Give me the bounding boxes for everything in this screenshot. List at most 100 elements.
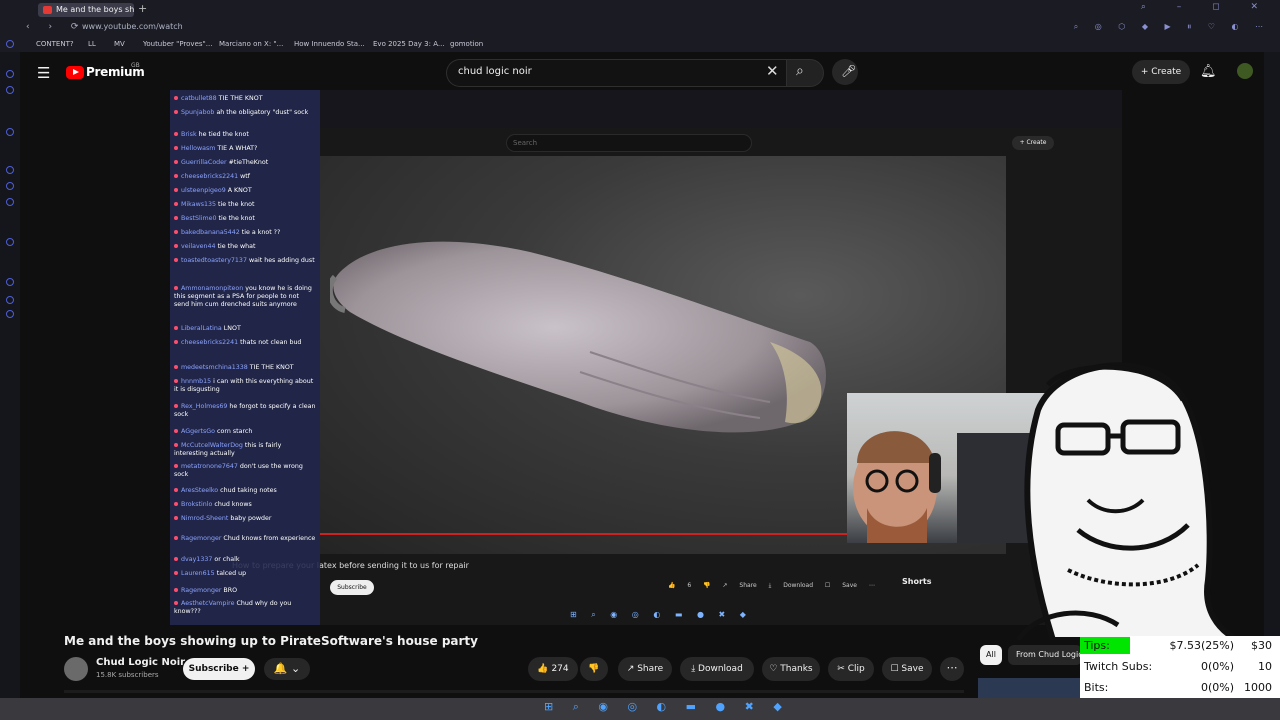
chat-username[interactable]: AresSteelko: [181, 487, 218, 494]
chat-text: ah the obligatory "dust" sock: [216, 109, 309, 116]
save-button[interactable]: ☐ Save: [882, 657, 932, 681]
microphone-icon[interactable]: 🎤︎: [841, 64, 856, 78]
sidebar-icon[interactable]: [6, 128, 14, 136]
bookmark-item[interactable]: CONTENT?: [36, 40, 74, 48]
chat-text: #tieTheKnot: [228, 159, 269, 166]
chat-badge-icon: [174, 601, 178, 605]
chat-username[interactable]: Nimrod-Sheent: [181, 515, 228, 522]
chat-badge-icon: [174, 146, 178, 150]
chat-username[interactable]: Ragemonger: [181, 587, 221, 594]
sidebar-icon[interactable]: [6, 86, 14, 94]
search-query[interactable]: chud logic noir: [458, 66, 532, 77]
chat-username[interactable]: Spunjabob: [181, 109, 214, 116]
stat-label: Twitch Subs:: [1084, 660, 1153, 673]
like-button[interactable]: 👍 274: [528, 657, 578, 681]
menu-icon[interactable]: ☰: [37, 64, 50, 82]
chip-all[interactable]: All: [980, 645, 1002, 665]
avatar[interactable]: [1237, 63, 1253, 79]
chat-text: corn starch: [217, 428, 253, 435]
chat-username[interactable]: Lauren615: [181, 570, 215, 577]
taskbar-icons[interactable]: ⊞ ⌕ ◉ ◎ ◐ ▬ ● ✖ ◆: [544, 700, 790, 714]
chat-message: AesthetcVampire Chud why do you know???: [174, 600, 316, 616]
bookmark-item[interactable]: gomotion: [450, 40, 483, 48]
chip-from-channel[interactable]: From Chud Logic Noir: [1008, 645, 1082, 665]
chat-message: BestSlime0 tie the knot: [174, 215, 316, 223]
notification-bell-button[interactable]: 🔔 ⌄: [264, 658, 310, 680]
channel-name[interactable]: Chud Logic Noir: [96, 657, 185, 668]
chat-username[interactable]: Mikaws135: [181, 201, 216, 208]
sidebar-icon[interactable]: [6, 166, 14, 174]
search-icon[interactable]: ⌕: [796, 63, 804, 79]
bookmark-item[interactable]: Evo 2025 Day 3: A...: [373, 40, 445, 48]
chat-text: talced up: [216, 570, 247, 577]
chat-username[interactable]: veilaven44: [181, 243, 216, 250]
subscribe-button[interactable]: Subscribe +: [183, 658, 255, 680]
new-tab-button[interactable]: +: [138, 2, 147, 15]
sidebar-icon[interactable]: [6, 310, 14, 318]
search-button[interactable]: [786, 59, 824, 87]
chat-username[interactable]: bakedbanana5442: [181, 229, 240, 236]
download-button[interactable]: ⤓ Download: [680, 657, 754, 681]
browser-tab-bar: [0, 0, 1280, 20]
chat-message: Rex_Holmes69 he forgot to specify a clea…: [174, 403, 316, 419]
sidebar-icon[interactable]: [6, 238, 14, 246]
chat-message: AresSteelko chud taking notes: [174, 487, 316, 495]
chat-username[interactable]: Ammonamonpiteon: [181, 285, 243, 292]
chat-username[interactable]: Ragemonger: [181, 535, 221, 542]
chat-username[interactable]: cheesebricks2241: [181, 173, 238, 180]
chat-username[interactable]: medeetsmchina1338: [181, 364, 248, 371]
thanks-button[interactable]: ♡ Thanks: [762, 657, 820, 681]
sidebar-icon[interactable]: [6, 40, 14, 48]
sidebar-icon[interactable]: [6, 278, 14, 286]
captured-search-input: Search: [506, 134, 752, 152]
chat-username[interactable]: dvay1337: [181, 556, 212, 563]
divider: [64, 690, 964, 693]
sidebar-icon[interactable]: [6, 198, 14, 206]
avatar[interactable]: [64, 657, 88, 681]
chat-username[interactable]: Hellowasm: [181, 145, 215, 152]
chat-text: TIE THE KNOT: [249, 364, 294, 371]
recommended-thumbnails[interactable]: [978, 678, 1080, 698]
nav-buttons[interactable]: ‹ › ⟳: [26, 22, 86, 32]
create-button[interactable]: + Create: [1132, 60, 1190, 84]
close-icon[interactable]: ✕: [766, 62, 779, 80]
extension-icons[interactable]: ⌕ ◎ ⬡ ◆ ▶ ⏸ ♡ ◐ ⋯: [1074, 22, 1270, 32]
sidebar-icon[interactable]: [6, 70, 14, 78]
chat-badge-icon: [174, 326, 178, 330]
right-scroll-rail[interactable]: [1264, 52, 1280, 692]
browser-tab-active[interactable]: Me and the boys sho: [38, 3, 134, 17]
clip-button[interactable]: ✂ Clip: [828, 657, 874, 681]
sidebar-icon[interactable]: [6, 296, 14, 304]
url-field[interactable]: www.youtube.com/watch: [82, 22, 183, 31]
chat-username[interactable]: Brisk: [181, 131, 197, 138]
bookmark-item[interactable]: Youtuber "Proves"...: [143, 40, 212, 48]
more-options-button[interactable]: ⋯: [940, 657, 964, 681]
chat-username[interactable]: AesthetcVampire: [181, 600, 235, 607]
chat-text: A KNOT: [227, 187, 252, 194]
chat-username[interactable]: LiberalLatina: [181, 325, 222, 332]
chat-username[interactable]: BestSlime0: [181, 215, 216, 222]
chat-username[interactable]: hnnmb15: [181, 378, 211, 385]
chat-username[interactable]: metatronone7647: [181, 463, 238, 470]
chat-username[interactable]: toastedtoastery7137: [181, 257, 247, 264]
chat-username[interactable]: cheesebricks2241: [181, 339, 238, 346]
chat-username[interactable]: catbullet88: [181, 95, 217, 102]
bookmark-item[interactable]: LL: [88, 40, 96, 48]
chat-text: he tied the knot: [198, 131, 249, 138]
sidebar-icon[interactable]: [6, 182, 14, 190]
dislike-button[interactable]: 👎: [580, 657, 608, 681]
bookmark-item[interactable]: How Innuendo Sta...: [294, 40, 365, 48]
chat-username[interactable]: Rex_Holmes69: [181, 403, 227, 410]
window-controls[interactable]: ⌕ – ◻ ✕: [1141, 2, 1272, 12]
chat-username[interactable]: Brokstinlo: [181, 501, 212, 508]
chat-badge-icon: [174, 230, 178, 234]
chat-username[interactable]: AGgertsGo: [181, 428, 215, 435]
chat-username[interactable]: ulsteenpigeo9: [181, 187, 226, 194]
stat-value: 0(0%): [1200, 660, 1234, 673]
bookmark-item[interactable]: Marciano on X: "...: [219, 40, 283, 48]
share-button[interactable]: ↗ Share: [618, 657, 672, 681]
bookmark-item[interactable]: MV: [114, 40, 125, 48]
chat-username[interactable]: McCutcelWalterDog: [181, 442, 243, 449]
chat-username[interactable]: GuerrillaCoder: [181, 159, 227, 166]
bell-icon[interactable]: 🔔︎: [1200, 64, 1217, 79]
